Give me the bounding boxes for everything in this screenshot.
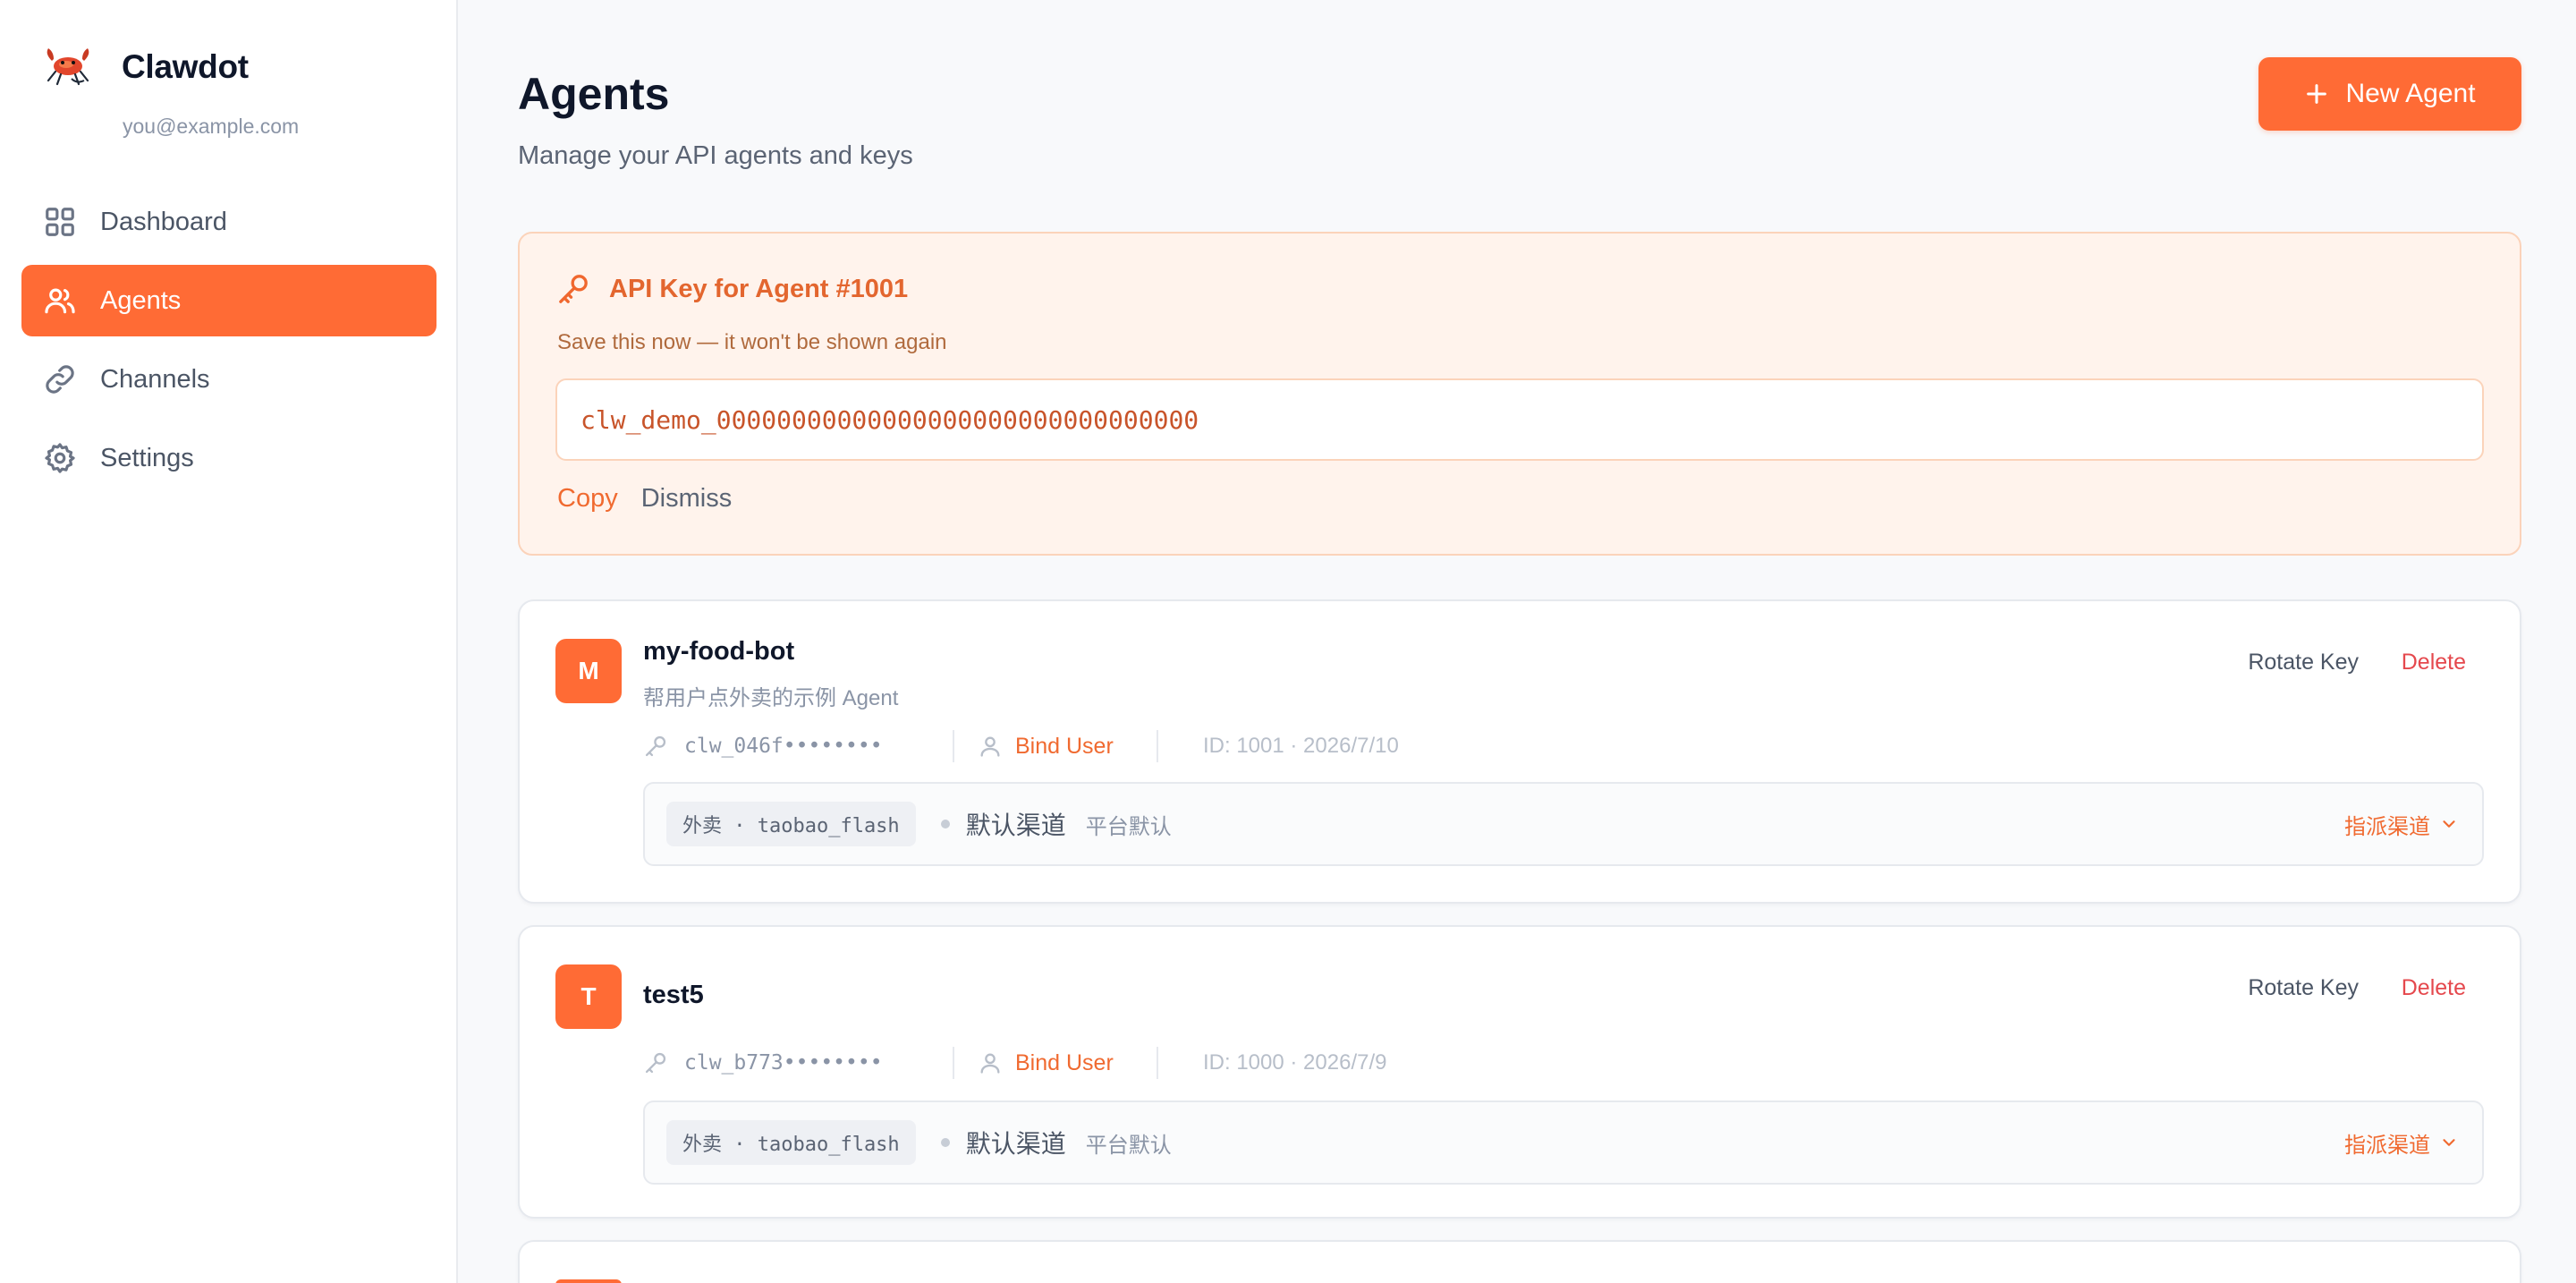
key-icon	[645, 1052, 666, 1074]
agent-card: T test5 Rotate Key Delete clw_b773••••••…	[518, 925, 2521, 1219]
agent-avatar	[555, 1279, 622, 1283]
user-icon	[980, 736, 1000, 757]
sidebar: Clawdot you@example.com Dashboard Agents…	[0, 0, 458, 1283]
agent-name: my-food-bot	[643, 637, 795, 666]
bind-user-button[interactable]: Bind User	[978, 734, 1157, 760]
sidebar-item-agents[interactable]: Agents	[21, 265, 436, 336]
lobster-logo-icon	[47, 48, 89, 86]
status-dot	[940, 1138, 950, 1147]
assign-channel-dropdown[interactable]: 指派渠道	[2344, 1102, 2459, 1183]
agent-description: 帮用户点外卖的示例 Agent	[643, 686, 899, 710]
sidebar-item-label: Channels	[100, 364, 210, 394]
agent-card: M my-food-bot 帮用户点外卖的示例 Agent Rotate Key…	[518, 599, 2521, 904]
brand-name: Clawdot	[122, 48, 249, 85]
channel-tag: 外卖 · taobao_flash	[666, 1120, 916, 1165]
delete-button[interactable]: Delete	[2402, 975, 2466, 1001]
dismiss-button[interactable]: Dismiss	[641, 484, 733, 514]
sidebar-nav: Dashboard Agents Channels Settings	[21, 186, 436, 501]
new-agent-button[interactable]: New Agent	[2258, 57, 2521, 131]
key-prefix: clw_046f••••••••	[684, 735, 883, 758]
assign-channel-label: 指派渠道	[2344, 814, 2430, 839]
agent-meta-row: clw_046f•••••••• Bind User ID: 1001 · 20…	[643, 728, 1399, 764]
sidebar-item-dashboard[interactable]: Dashboard	[21, 186, 436, 258]
new-agent-label: New Agent	[2345, 79, 2476, 108]
channel-row: 外卖 · taobao_flash 默认渠道 平台默认 指派渠道	[643, 1100, 2484, 1185]
divider	[1157, 730, 1158, 762]
api-key-title-row: API Key for Agent #1001	[555, 271, 908, 307]
page-subtitle: Manage your API agents and keys	[518, 141, 913, 170]
plus-icon	[2307, 84, 2327, 104]
agent-card	[518, 1240, 2521, 1283]
channel-name: 默认渠道	[965, 1130, 1066, 1158]
rotate-key-button[interactable]: Rotate Key	[2248, 975, 2359, 1001]
agent-id-date: ID: 1001 · 2026/7/10	[1203, 734, 1399, 758]
sidebar-item-channels[interactable]: Channels	[21, 344, 436, 415]
gear-icon	[45, 443, 75, 473]
api-key-warning: Save this now — it won't be shown again	[557, 330, 947, 354]
divider	[1157, 1047, 1158, 1079]
delete-button[interactable]: Delete	[2402, 650, 2466, 675]
divider	[953, 1047, 954, 1079]
divider	[953, 730, 954, 762]
assign-channel-dropdown[interactable]: 指派渠道	[2344, 784, 2459, 864]
api-key-title: API Key for Agent #1001	[609, 274, 909, 303]
copy-button[interactable]: Copy	[557, 484, 618, 514]
channel-name: 默认渠道	[965, 811, 1066, 839]
channel-source: 平台默认	[1085, 1133, 1172, 1158]
sidebar-item-settings[interactable]: Settings	[21, 422, 436, 494]
agent-avatar: M	[555, 639, 622, 703]
key-icon	[559, 275, 588, 303]
sidebar-item-label: Agents	[100, 285, 182, 315]
bind-user-label: Bind User	[1015, 733, 1114, 759]
user-icon	[980, 1053, 1000, 1074]
brand[interactable]: Clawdot	[39, 45, 249, 89]
api-key-actions: Copy Dismiss	[557, 484, 732, 514]
main-content: Agents Manage your API agents and keys N…	[518, 0, 2521, 1283]
sidebar-item-label: Dashboard	[100, 207, 227, 236]
bind-user-label: Bind User	[1015, 1049, 1114, 1075]
agent-meta-row: clw_b773•••••••• Bind User ID: 1000 · 20…	[643, 1045, 1386, 1081]
agent-id-date: ID: 1000 · 2026/7/9	[1203, 1050, 1387, 1075]
user-email: you@example.com	[123, 115, 300, 138]
bind-user-button[interactable]: Bind User	[978, 1050, 1157, 1076]
channel-source: 平台默认	[1085, 814, 1172, 839]
link-icon	[46, 365, 74, 394]
key-prefix: clw_b773••••••••	[684, 1051, 883, 1075]
api-key-card: API Key for Agent #1001 Save this now — …	[518, 232, 2521, 556]
key-icon	[645, 735, 666, 757]
channel-row: 外卖 · taobao_flash 默认渠道 平台默认 指派渠道	[643, 782, 2484, 866]
agent-avatar: T	[555, 964, 622, 1029]
grid-icon	[46, 208, 74, 236]
rotate-key-button[interactable]: Rotate Key	[2248, 650, 2359, 675]
status-dot	[940, 820, 950, 828]
users-icon	[45, 288, 75, 314]
chevron-down-icon	[2443, 1139, 2455, 1146]
assign-channel-label: 指派渠道	[2344, 1133, 2430, 1158]
channel-tag: 外卖 · taobao_flash	[666, 802, 916, 846]
chevron-down-icon	[2443, 820, 2455, 828]
agent-name: test5	[643, 981, 704, 1009]
api-key-value[interactable]: clw_demo_0000000000000000000000000000000…	[555, 378, 2484, 461]
sidebar-item-label: Settings	[100, 443, 194, 472]
page-title: Agents	[518, 69, 670, 119]
